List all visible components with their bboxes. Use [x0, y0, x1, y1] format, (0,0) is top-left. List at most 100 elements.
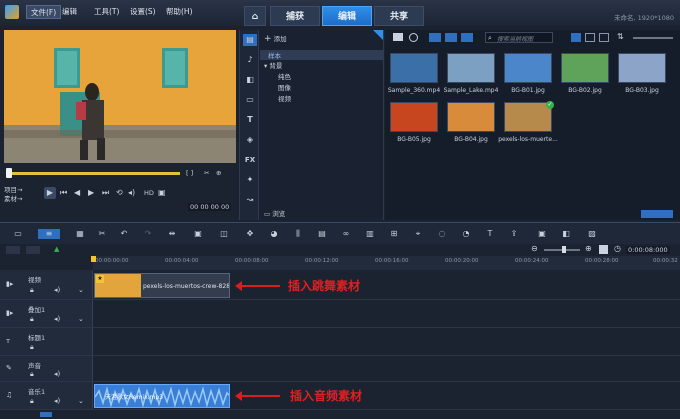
speaker-icon[interactable]: ◂) [54, 286, 60, 294]
fit-project-icon[interactable] [599, 245, 608, 254]
multi-cam-button[interactable]: ◫ [218, 229, 230, 239]
audio-mixer-button[interactable]: ⫼ [292, 229, 304, 239]
fit-button[interactable]: ⇹ [166, 229, 178, 239]
speed-button[interactable]: ◔ [460, 229, 472, 239]
text-tool[interactable]: T [243, 114, 257, 126]
snapshot-tool-button[interactable]: ▣ [536, 229, 548, 239]
thumb-7[interactable] [504, 102, 552, 132]
move-button[interactable]: ✥ [244, 229, 256, 239]
timeline-scrollbar[interactable] [0, 410, 680, 419]
library-bottom-icons[interactable] [641, 210, 673, 218]
snapshot-button[interactable]: ▣ [158, 188, 166, 197]
zoom-icon[interactable]: ⊕ [216, 169, 221, 177]
thumb-4[interactable] [618, 53, 666, 83]
thumb-size-slider[interactable] [633, 37, 673, 39]
preview-timecode[interactable]: 00 00 00 00 [188, 203, 232, 211]
audio-clip[interactable]: 天涯歌女Remix.mp3 [94, 384, 230, 408]
library-settings-icon[interactable] [409, 33, 418, 42]
folder-background[interactable]: ▾ 背景 [264, 60, 282, 70]
fx-tool[interactable]: FX [243, 154, 257, 166]
view-grid-button[interactable] [585, 33, 595, 42]
settings-tool-button[interactable]: ▨ [586, 229, 598, 239]
split-icon[interactable]: ✂ [204, 169, 209, 177]
filter-audio-button[interactable] [461, 33, 473, 42]
track-visibility-toggle[interactable] [6, 246, 20, 254]
home-button[interactable]: ⌂ [244, 6, 266, 26]
chevron-down-icon[interactable]: ⌄ [78, 286, 84, 294]
volume-button[interactable]: ◂) [128, 188, 135, 197]
menu-file[interactable]: 文件(F) [26, 5, 62, 19]
motion-button[interactable]: ∞ [340, 229, 352, 239]
filter-video-button[interactable] [429, 33, 441, 42]
trim-buttons[interactable]: [ ] [186, 169, 193, 177]
render-button[interactable]: ◧ [560, 229, 572, 239]
media-tool[interactable]: ▤ [243, 34, 257, 46]
title-tool[interactable]: ▭ [243, 94, 257, 106]
mode-clip-label[interactable]: 素材→ [4, 193, 22, 203]
lock-icon[interactable]: 🔒︎ [30, 343, 34, 352]
mask-button[interactable]: ▥ [364, 229, 376, 239]
filter-image-button[interactable] [445, 33, 457, 42]
lock-icon[interactable]: 🔒︎ [30, 286, 34, 295]
record-button[interactable]: ▣ [192, 229, 204, 239]
library-folder-icon[interactable] [393, 33, 403, 41]
ripple-edit-icon[interactable]: ▲ [54, 245, 59, 253]
stabilize-button[interactable]: ◌ [436, 229, 448, 239]
graphics-tool[interactable]: ◈ [243, 134, 257, 146]
transition-tool[interactable]: ◧ [243, 74, 257, 86]
zoom-in-icon[interactable]: ⊕ [585, 244, 592, 253]
thumb-3[interactable] [561, 53, 609, 83]
path-tool[interactable]: ↝ [243, 194, 257, 206]
filter-tool[interactable]: ✦ [243, 174, 257, 186]
timeline-ruler[interactable]: 00:00:00:00 00:00:04:00 00:00:08:00 00:0… [91, 256, 680, 270]
tracking-button[interactable]: ⌖ [412, 229, 424, 239]
tab-edit[interactable]: 编辑 [322, 6, 372, 26]
sort-icon[interactable]: ⇅ [617, 32, 624, 41]
search-box[interactable]: ⌕ 搜索当前视图 [485, 32, 553, 43]
chevron-down-icon[interactable]: ⌄ [78, 397, 84, 405]
tab-capture[interactable]: 捕获 [270, 6, 320, 26]
menu-edit[interactable]: 编辑 [58, 5, 81, 19]
export-button[interactable]: ⇪ [508, 229, 520, 239]
folder-sample[interactable]: 样本 [260, 50, 384, 60]
undo-button[interactable]: ↶ [118, 229, 130, 239]
chevron-down-icon[interactable]: ⌄ [78, 315, 84, 323]
speaker-icon[interactable]: ◂) [54, 315, 60, 323]
zoom-out-icon[interactable]: ⊖ [531, 244, 538, 253]
folder-image[interactable]: 图像 [278, 82, 291, 92]
redo-button[interactable]: ↷ [142, 229, 154, 239]
browse-button[interactable]: ▭ 浏览 [264, 208, 285, 218]
timeline-timecode[interactable]: 0:00:08:000 [626, 246, 670, 254]
add-track-button[interactable] [26, 246, 40, 254]
thumb-6[interactable] [447, 102, 495, 132]
next-frame-button[interactable]: ▶ [88, 188, 94, 197]
subtitle-button[interactable]: ▤ [316, 229, 328, 239]
timeline-view-button[interactable]: ≡ [38, 229, 60, 239]
add-folder-button[interactable]: + 添加 [264, 33, 287, 44]
zoom-slider-thumb[interactable] [562, 246, 566, 253]
thumb-1[interactable] [447, 53, 495, 83]
thumb-2[interactable] [504, 53, 552, 83]
track-manager-button[interactable]: ▦ [74, 229, 86, 239]
menu-tools[interactable]: 工具(T) [90, 5, 123, 19]
speaker-icon[interactable]: ◂) [54, 397, 60, 405]
scrub-track[interactable] [8, 172, 180, 175]
storyboard-view-button[interactable]: ▭ [12, 229, 24, 239]
end-frame-button[interactable]: ⏭ [102, 188, 109, 198]
scrub-handle[interactable] [6, 168, 12, 178]
instant-project-tool[interactable]: ♪ [243, 54, 257, 66]
title-insert-button[interactable]: T [484, 229, 496, 239]
lock-icon[interactable]: 🔒︎ [30, 370, 34, 379]
home-frame-button[interactable]: ⏮ [60, 188, 67, 198]
thumb-5[interactable] [390, 102, 438, 132]
lock-icon[interactable]: 🔒︎ [30, 315, 34, 324]
prev-frame-button[interactable]: ◀ [74, 188, 80, 197]
play-button[interactable]: ▶ [44, 187, 56, 199]
grid-button[interactable]: ⊞ [388, 229, 400, 239]
color-button[interactable]: ◕ [268, 229, 280, 239]
hd-toggle[interactable]: HD [144, 189, 154, 197]
playhead[interactable] [91, 256, 96, 262]
preview-window[interactable] [4, 30, 236, 163]
scrollbar-thumb[interactable] [40, 412, 52, 417]
menu-settings[interactable]: 设置(S) [126, 5, 160, 19]
